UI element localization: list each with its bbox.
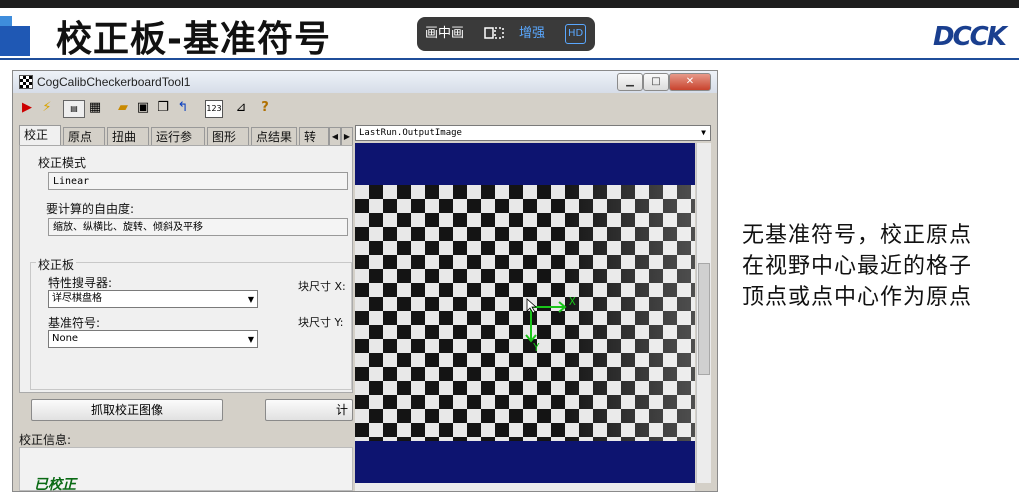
tab-origin[interactable]: 原点 <box>63 127 105 145</box>
tile-size-y-label: 块尺寸 Y: <box>298 316 344 329</box>
image-icon[interactable]: ▤ <box>63 100 85 118</box>
top-bar <box>0 0 1019 8</box>
tool-window: CogCalibCheckerboardTool1 ▁ □ ✕ ▶ ⚡ ▤ ▦ … <box>12 70 718 493</box>
window-titlebar[interactable]: CogCalibCheckerboardTool1 ▁ □ ✕ <box>13 71 717 93</box>
open-folder-icon[interactable]: ▰ <box>115 100 131 116</box>
coordinate-axes: X Y <box>525 295 576 353</box>
calib-status-text: 已校正 <box>34 477 76 493</box>
calib-mode-field[interactable]: Linear <box>48 172 348 190</box>
settings-panel: 校正模式 Linear 要计算的自由度: 缩放、纵横比、旋转、倾斜及平移 校正板… <box>19 145 353 393</box>
grid-icon[interactable]: ▦ <box>87 100 103 116</box>
video-control-bar: 画中画 增强 HD <box>417 17 595 51</box>
dof-field[interactable]: 缩放、纵横比、旋转、倾斜及平移 <box>48 218 348 236</box>
brand-logo: DCCK <box>933 22 1007 52</box>
minimize-button[interactable]: ▁ <box>617 73 643 91</box>
mouse-cursor-icon <box>526 298 538 314</box>
title-underline <box>0 58 1019 60</box>
board-group-label: 校正板 <box>36 256 77 273</box>
image-display[interactable]: X Y <box>355 143 695 483</box>
tab-strip: 校正 原点 扭曲 运行参数 图形 点结果 转拉 ◀ ▶ <box>19 125 353 162</box>
tab-scroll-left-icon[interactable]: ◀ <box>329 127 341 145</box>
ruler-icon[interactable]: ⊿ <box>233 100 249 116</box>
reset-icon[interactable]: ↰ <box>175 100 191 116</box>
chevron-down-icon: ▼ <box>701 128 706 137</box>
y-axis-label: Y <box>533 341 540 353</box>
tab-point-results[interactable]: 点结果 <box>251 127 297 145</box>
numeric-icon[interactable]: 123 <box>205 100 223 118</box>
tab-calibration[interactable]: 校正 <box>19 125 61 145</box>
x-axis-label: X <box>569 295 576 308</box>
compute-calibration-button[interactable]: 计 <box>265 399 353 421</box>
maximize-button[interactable]: □ <box>643 73 669 91</box>
toolbar: ▶ ⚡ ▤ ▦ ▰ ▣ ❐ ↰ 123 ⊿ ? <box>13 97 717 119</box>
chevron-down-icon: ▼ <box>247 295 254 304</box>
help-icon[interactable]: ? <box>257 100 273 116</box>
close-button[interactable]: ✕ <box>669 73 711 91</box>
lightning-icon[interactable]: ⚡ <box>39 100 55 116</box>
grab-calibration-image-button[interactable]: 抓取校正图像 <box>31 399 223 421</box>
image-select-value: LastRun.OutputImage <box>359 128 462 138</box>
pip-button[interactable]: 画中画 <box>425 17 464 51</box>
slide-title: 校正板-基准符号 <box>56 19 331 60</box>
rotate-icon[interactable] <box>483 17 505 51</box>
chevron-down-icon: ▼ <box>247 335 254 344</box>
enhance-button[interactable]: 增强 <box>519 17 545 51</box>
save-icon[interactable]: ▣ <box>135 100 151 116</box>
vertical-scroll-thumb[interactable] <box>698 263 710 375</box>
tab-distortion[interactable]: 扭曲 <box>107 127 149 145</box>
slide-description: 无基准符号，校正原点在视野中心最近的格子顶点或点中心作为原点 <box>742 223 973 310</box>
corner-decoration <box>0 26 30 56</box>
tab-run-params[interactable]: 运行参数 <box>151 127 205 162</box>
run-icon[interactable]: ▶ <box>19 100 35 116</box>
dof-label: 要计算的自由度: <box>46 202 135 216</box>
calib-info-box: 已校正 <box>19 447 353 493</box>
tab-transform[interactable]: 转拉 <box>299 127 329 145</box>
feature-finder-label: 特性搜寻器: <box>48 276 113 290</box>
checkerboard-icon <box>19 75 33 89</box>
fiducial-select[interactable]: None ▼ <box>48 330 258 348</box>
calib-info-label: 校正信息: <box>19 433 72 447</box>
copy-icon[interactable]: ❐ <box>155 100 171 116</box>
tab-scroll-right-icon[interactable]: ▶ <box>341 127 353 145</box>
feature-finder-select[interactable]: 详尽棋盘格 ▼ <box>48 290 258 308</box>
calib-mode-label: 校正模式 <box>38 156 87 170</box>
window-title: CogCalibCheckerboardTool1 <box>37 75 191 89</box>
hd-button[interactable]: HD <box>565 24 587 44</box>
fiducial-value: None <box>52 333 79 344</box>
tab-graphics[interactable]: 图形 <box>207 127 249 145</box>
image-select[interactable]: LastRun.OutputImage ▼ <box>355 125 711 141</box>
tile-size-x-label: 块尺寸 X: <box>298 280 346 293</box>
feature-finder-value: 详尽棋盘格 <box>52 293 102 304</box>
fiducial-label: 基准符号: <box>48 316 101 330</box>
